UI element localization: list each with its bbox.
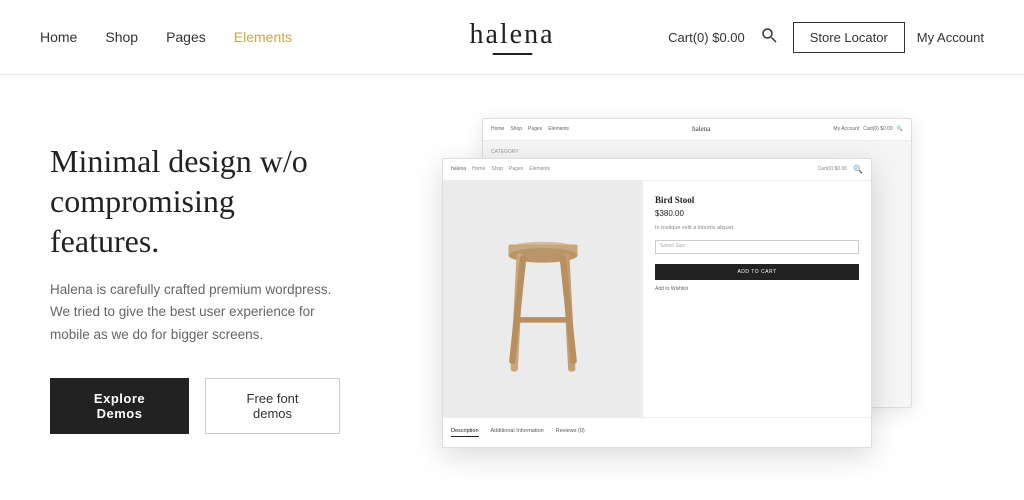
hero-section: Minimal design w/o compromising features… [0,75,1024,500]
mockup-tab-description: Description [451,428,479,437]
hero-buttons: Explore Demos Free font demos [50,378,340,434]
explore-demos-button[interactable]: Explore Demos [50,378,189,434]
mockup-front-footer: Description Additional Information Revie… [443,417,871,447]
stool-illustration [478,199,608,399]
mockup-front-header: halena Home Shop Pages Elements Cart(0) … [443,159,871,181]
header: Home Shop Pages Elements halena Cart(0) … [0,0,1024,75]
cart-info[interactable]: Cart(0) $0.00 [668,30,745,45]
mockup-product-image [443,181,643,417]
mockup-front-cart: Cart(0) $0.00 [818,166,847,172]
mockup-wishlist: Add to Wishlist [655,286,859,292]
nav-shop[interactable]: Shop [105,29,138,45]
mockup-front-search: 🔍 [853,165,863,174]
mockup-category-title: CATEGORY [491,149,551,155]
nav-home[interactable]: Home [40,29,77,45]
mockup-front-layer: halena Home Shop Pages Elements Cart(0) … [442,158,872,448]
mockup-back-right: My Account Cart(0) $0.00 🔍 [833,126,903,132]
logo-underline [492,53,532,55]
mockup-product-info: Bird Stool $380.00 In tristique velit a … [643,181,871,417]
hero-headline: Minimal design w/o compromising features… [50,141,340,261]
mockup-tab-reviews: Reviews (0) [556,428,585,436]
mockup-tab-additional: Additional Information [491,428,544,436]
nav-pages[interactable]: Pages [166,29,206,45]
mockup-add-to-cart: ADD TO CART [655,264,859,280]
mockup-wrapper: Home Shop Pages Elements halena My Accou… [442,118,962,458]
search-button[interactable] [757,23,781,52]
mockup-size-select: Select Size [655,240,859,254]
my-account-link[interactable]: My Account [917,30,984,45]
logo-text: halena [469,19,554,51]
store-locator-button[interactable]: Store Locator [793,22,905,53]
mockup-back-nav: Home Shop Pages Elements [491,126,569,132]
mockup-front-logo: halena [451,166,466,172]
search-icon [761,27,777,43]
nav-elements[interactable]: Elements [234,29,292,45]
mockup-product-title: Bird Stool [655,195,859,205]
mockup-front-body: Bird Stool $380.00 In tristique velit a … [443,181,871,417]
mockup-product-price: $380.00 [655,209,859,218]
site-logo[interactable]: halena [469,19,554,55]
header-right: Cart(0) $0.00 Store Locator My Account [668,22,984,53]
hero-subtext: Halena is carefully crafted premium word… [50,279,340,346]
mockup-back-logo: halena [692,125,710,133]
main-nav: Home Shop Pages Elements [40,29,292,45]
mockup-product-desc: In tristique velit a lobortis aliquet. [655,224,859,232]
hero-content: Minimal design w/o compromising features… [0,141,380,434]
mockup-back-header: Home Shop Pages Elements halena My Accou… [483,119,911,141]
free-font-demos-button[interactable]: Free font demos [205,378,340,434]
hero-mockup: Home Shop Pages Elements halena My Accou… [380,75,1024,500]
